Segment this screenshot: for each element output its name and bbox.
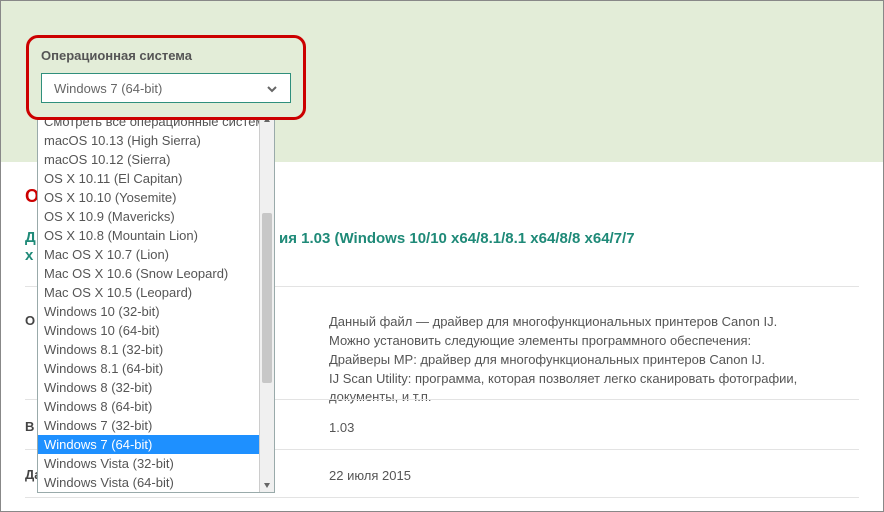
os-selector-value: Windows 7 (64-bit) <box>54 81 162 96</box>
os-option[interactable]: Windows 8 (64-bit) <box>38 397 274 416</box>
os-selector-label: Операционная система <box>41 48 291 63</box>
os-option[interactable]: Windows 8.1 (32-bit) <box>38 340 274 359</box>
dropdown-scrollbar[interactable] <box>259 112 274 492</box>
os-dropdown-list[interactable]: Смотреть все операционные системыmacOS 1… <box>37 111 275 493</box>
os-selector-container: Операционная система Windows 7 (64-bit) <box>26 35 306 120</box>
os-option[interactable]: Mac OS X 10.6 (Snow Leopard) <box>38 264 274 283</box>
os-option[interactable]: Windows 8 (32-bit) <box>38 378 274 397</box>
os-option[interactable]: macOS 10.12 (Sierra) <box>38 150 274 169</box>
chevron-down-icon <box>266 82 278 94</box>
release-date-value: 22 июля 2015 <box>329 467 859 486</box>
scroll-thumb[interactable] <box>262 213 272 383</box>
truncated-heading-d: Д <box>25 229 36 246</box>
os-selector[interactable]: Windows 7 (64-bit) <box>41 73 291 103</box>
os-option[interactable]: Mac OS X 10.5 (Leopard) <box>38 283 274 302</box>
os-option[interactable]: macOS 10.13 (High Sierra) <box>38 131 274 150</box>
os-option[interactable]: Windows 10 (64-bit) <box>38 321 274 340</box>
os-option[interactable]: OS X 10.8 (Mountain Lion) <box>38 226 274 245</box>
version-value: 1.03 <box>329 419 859 438</box>
divider <box>25 497 859 498</box>
scroll-track[interactable] <box>260 127 274 477</box>
description-value: Данный файл — драйвер для многофункциона… <box>329 313 859 407</box>
driver-title: ия 1.03 (Windows 10/10 x64/8.1/8.1 x64/8… <box>279 229 859 249</box>
os-option[interactable]: OS X 10.9 (Mavericks) <box>38 207 274 226</box>
os-option[interactable]: Windows 7 (32-bit) <box>38 416 274 435</box>
os-option[interactable]: Windows 8.1 (64-bit) <box>38 359 274 378</box>
truncated-heading-x: x <box>25 247 33 264</box>
os-option[interactable]: Windows Vista (64-bit) <box>38 473 274 492</box>
os-option[interactable]: Windows 10 (32-bit) <box>38 302 274 321</box>
scroll-down-icon[interactable] <box>260 477 274 492</box>
os-option[interactable]: Windows 7 (64-bit) <box>38 435 274 454</box>
os-option[interactable]: Windows Vista (32-bit) <box>38 454 274 473</box>
os-option[interactable]: OS X 10.11 (El Capitan) <box>38 169 274 188</box>
os-option[interactable]: OS X 10.10 (Yosemite) <box>38 188 274 207</box>
os-option[interactable]: Mac OS X 10.7 (Lion) <box>38 245 274 264</box>
